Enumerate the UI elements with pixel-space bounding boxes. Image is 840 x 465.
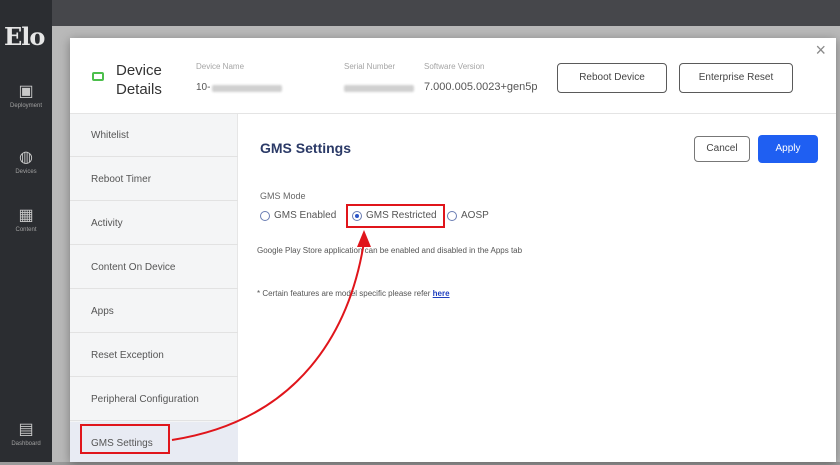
dashboard-icon: ▤: [18, 421, 34, 438]
sidebar-item-reset-exception[interactable]: Reset Exception: [70, 334, 238, 377]
sidebar-item-whitelist[interactable]: Whitelist: [70, 114, 238, 157]
modal-title: Device: [116, 62, 162, 79]
rail-caption: Deployment: [9, 103, 42, 109]
annotation-highlight-gms-restricted: [346, 204, 445, 228]
rail-item-devices[interactable]: ◍ Devices: [0, 148, 52, 192]
gms-mode-label: GMS Mode: [260, 191, 306, 201]
sidebar-item-reboot-timer[interactable]: Reboot Timer: [70, 158, 238, 201]
device-name-label: Device Name: [196, 62, 245, 71]
background-topbar: [52, 0, 840, 26]
device-name-value: 10-: [196, 82, 211, 93]
device-details-modal: × Device Details Device Name 10- Serial …: [70, 38, 836, 462]
rail-item-dashboard[interactable]: ▤ Dashboard: [0, 420, 52, 464]
sidebar-item-apps[interactable]: Apps: [70, 290, 238, 333]
page-title: GMS Settings: [260, 140, 352, 156]
note-text: * Certain features are model specific pl…: [257, 289, 431, 298]
aosp-radio[interactable]: [447, 211, 457, 221]
grid-icon: ▦: [18, 207, 34, 224]
modal-header: Device Details Device Name 10- Serial Nu…: [70, 38, 836, 114]
app-nav-rail: Elo ▣ Deployment ◍ Devices ▦ Content ▤ D…: [0, 0, 52, 462]
rail-caption: Devices: [15, 169, 37, 175]
device-icon: ▣: [18, 83, 34, 100]
apps-tab-info-text: Google Play Store application can be ena…: [257, 246, 523, 255]
rail-item-deployment[interactable]: ▣ Deployment: [0, 82, 52, 126]
sidebar-item-activity[interactable]: Activity: [70, 202, 238, 245]
device-status-icon: [92, 72, 104, 81]
redacted-device-name: [212, 85, 282, 92]
aosp-label[interactable]: AOSP: [461, 210, 489, 221]
here-link[interactable]: here: [433, 289, 450, 298]
serial-number-label: Serial Number: [344, 62, 396, 71]
rail-caption: Dashboard: [11, 441, 41, 447]
software-version-label: Software Version: [424, 62, 485, 71]
rail-caption: Content: [15, 227, 37, 233]
enterprise-reset-button[interactable]: Enterprise Reset: [679, 63, 793, 93]
sidebar-item-content-on-device[interactable]: Content On Device: [70, 246, 238, 289]
rail-item-content[interactable]: ▦ Content: [0, 206, 52, 250]
apply-button[interactable]: Apply: [758, 135, 818, 163]
cancel-button[interactable]: Cancel: [694, 136, 750, 162]
gms-enabled-label[interactable]: GMS Enabled: [274, 210, 336, 221]
annotation-highlight-gms-settings: [80, 424, 170, 454]
sidebar-item-peripheral-configuration[interactable]: Peripheral Configuration: [70, 378, 238, 421]
chat-icon: ◍: [19, 149, 33, 166]
elo-logo: Elo: [4, 22, 45, 51]
gms-enabled-radio[interactable]: [260, 211, 270, 221]
modal-title-line2: Details: [116, 81, 162, 98]
model-specific-note: * Certain features are model specific pl…: [257, 289, 450, 298]
redacted-serial-number: [344, 85, 414, 92]
settings-sidebar: Whitelist Reboot Timer Activity Content …: [70, 114, 238, 462]
reboot-device-button[interactable]: Reboot Device: [557, 63, 667, 93]
software-version-value: 7.000.005.0023+gen5p: [424, 81, 538, 93]
